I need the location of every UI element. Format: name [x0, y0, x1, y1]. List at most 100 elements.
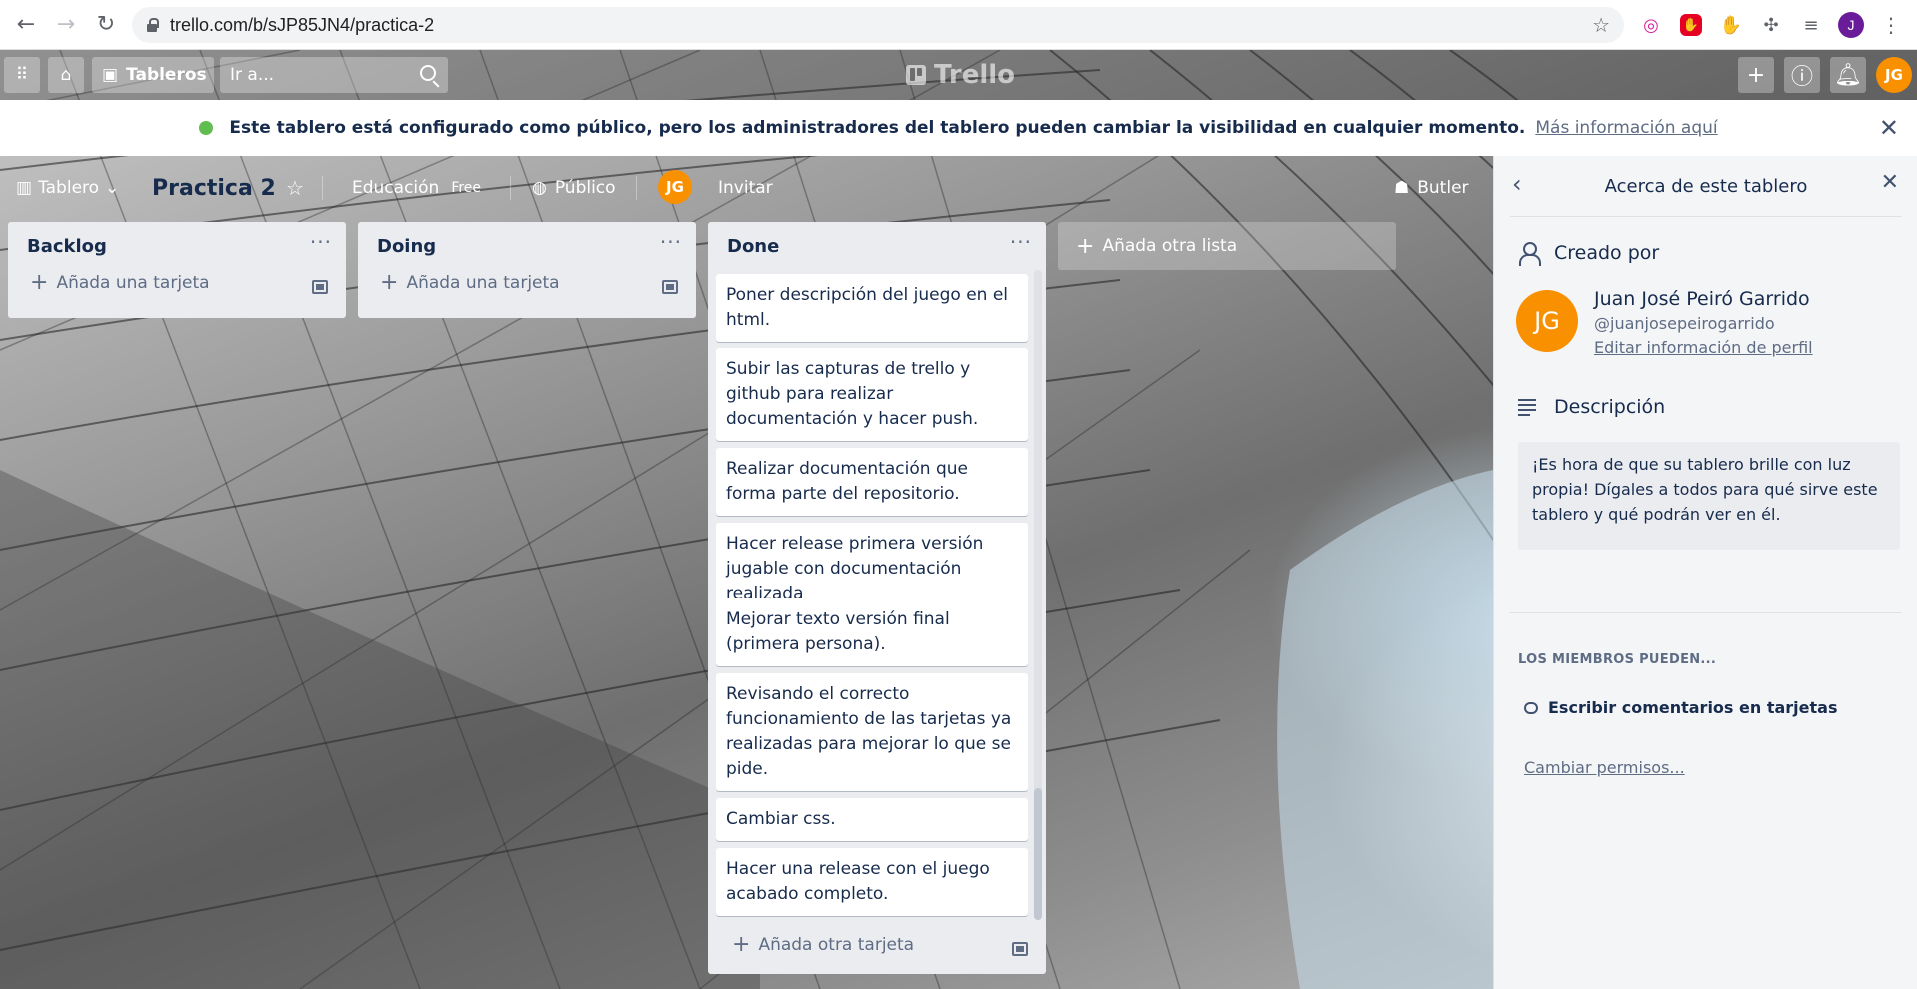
boards-label: Tableros: [126, 65, 207, 85]
header-divider: [322, 176, 323, 200]
list-menu-icon[interactable]: ···: [310, 230, 332, 254]
jump-to-search-input[interactable]: Ir a...: [220, 57, 448, 93]
comment-icon: [1524, 701, 1538, 714]
back-chevron-icon[interactable]: ‹: [1512, 170, 1522, 198]
globe-icon: ◍: [532, 178, 547, 198]
add-card-button[interactable]: + Añada una tarjeta: [30, 272, 210, 294]
notice-message: Este tablero está configurado como públi…: [229, 118, 1526, 138]
list-title[interactable]: Done: [727, 236, 779, 257]
trello-logo[interactable]: Trello: [906, 60, 1015, 90]
browser-nav: ← → ↻: [6, 5, 126, 45]
public-board-notice: Este tablero está configurado como públi…: [0, 100, 1917, 156]
boards-button[interactable]: ▣ Tableros: [92, 57, 214, 93]
list-done: Done ··· Poner descripción del juego en …: [708, 222, 1046, 974]
member-avatar-button[interactable]: JG: [1876, 57, 1912, 93]
sidebar-header: Acerca de este tablero: [1494, 156, 1917, 216]
add-list-label: Añada otra lista: [1102, 236, 1238, 256]
forward-arrow-icon[interactable]: →: [46, 5, 86, 45]
plus-icon: +: [732, 932, 751, 957]
change-permissions-link[interactable]: Cambiar permisos...: [1524, 758, 1685, 777]
butler-button[interactable]: ☗ Butler: [1394, 172, 1469, 204]
card[interactable]: Subir las capturas de trello y github pa…: [716, 348, 1028, 441]
card[interactable]: Realizar documentación que forma parte d…: [716, 448, 1028, 516]
team-name: Educación: [352, 178, 440, 198]
browser-menu-icon[interactable]: ⋮: [1874, 8, 1908, 42]
list-scrollbar-thumb[interactable]: [1034, 788, 1042, 920]
card[interactable]: Cambiar css.: [716, 798, 1028, 841]
url-text: trello.com/b/sJP85JN4/practica-2: [170, 14, 435, 35]
created-by-heading: Creado por: [1518, 242, 1660, 266]
visibility-button[interactable]: ◍ Público: [532, 172, 616, 204]
home-icon[interactable]: ⌂: [48, 57, 84, 93]
extensions-puzzle-icon[interactable]: ✣: [1754, 8, 1788, 42]
card[interactable]: Hacer una release con el juego acabado c…: [716, 848, 1028, 916]
card-template-icon[interactable]: [662, 280, 678, 294]
creator-avatar[interactable]: JG: [1516, 290, 1578, 352]
close-notice-icon[interactable]: ✕: [1879, 114, 1899, 142]
list-doing: Doing ··· + Añada una tarjeta: [358, 222, 696, 318]
sidebar-title: Acerca de este tablero: [1604, 175, 1808, 197]
notice-more-info-link[interactable]: Más información aquí: [1535, 118, 1717, 138]
board-menu-button[interactable]: ▥ Tablero ⌄: [16, 172, 119, 204]
person-icon: [1518, 242, 1541, 266]
create-plus-icon[interactable]: +: [1738, 57, 1774, 93]
add-card-button[interactable]: + Añada otra tarjeta: [732, 934, 914, 956]
hand-extension-icon[interactable]: ✋: [1714, 8, 1748, 42]
add-card-label: Añada una tarjeta: [406, 273, 560, 293]
description-label: Descripción: [1554, 396, 1666, 418]
sidebar-divider: [1510, 216, 1902, 217]
board-title[interactable]: Practica 2: [152, 172, 276, 204]
browser-profile-button[interactable]: J: [1834, 8, 1868, 42]
card-template-icon[interactable]: [1012, 942, 1028, 956]
board-about-sidebar: Acerca de este tablero ‹ ✕ Creado por JG…: [1493, 156, 1917, 989]
list-menu-icon[interactable]: ···: [660, 230, 682, 254]
board-menu-label: Tablero: [38, 178, 100, 198]
info-icon[interactable]: ⓘ: [1784, 57, 1820, 93]
bookmark-star-icon[interactable]: ☆: [1592, 13, 1610, 37]
created-by-label: Creado por: [1554, 242, 1660, 264]
add-card-button[interactable]: + Añada una tarjeta: [380, 272, 560, 294]
address-bar[interactable]: trello.com/b/sJP85JN4/practica-2 ☆: [132, 7, 1624, 43]
search-icon: [420, 65, 436, 81]
star-board-icon[interactable]: ☆: [286, 172, 304, 204]
card-template-icon[interactable]: [312, 280, 328, 294]
butler-icon: ☗: [1394, 178, 1410, 198]
permission-item: Escribir comentarios en tarjetas: [1524, 698, 1837, 717]
list-title[interactable]: Backlog: [27, 236, 107, 257]
team-plan-badge: Free: [451, 180, 482, 196]
card[interactable]: Mejorar texto versión final (primera per…: [716, 598, 1028, 666]
search-placeholder: Ir a...: [230, 65, 275, 85]
plus-icon: +: [1076, 233, 1095, 259]
extensions-bar: ◎ ✋ ✋ ✣ ≡ J ⋮: [1634, 8, 1908, 42]
list-menu-icon[interactable]: ···: [1010, 230, 1032, 254]
butler-label: Butler: [1417, 178, 1469, 198]
creator-name: Juan José Peiró Garrido: [1594, 288, 1810, 310]
board-member-avatar[interactable]: JG: [658, 170, 692, 204]
instagram-extension-icon[interactable]: ◎: [1634, 8, 1668, 42]
plus-icon: +: [30, 270, 49, 295]
browser-toolbar: ← → ↻ trello.com/b/sJP85JN4/practica-2 ☆…: [0, 0, 1917, 50]
header-divider: [636, 176, 637, 200]
plus-icon: +: [380, 270, 399, 295]
invite-button[interactable]: Invitar: [718, 172, 773, 204]
card[interactable]: Revisando el correcto funcionamiento de …: [716, 673, 1028, 791]
reload-icon[interactable]: ↻: [86, 5, 126, 45]
close-sidebar-icon[interactable]: ✕: [1881, 170, 1899, 195]
description-heading: Descripción: [1518, 396, 1665, 418]
add-list-button[interactable]: + Añada otra lista: [1058, 222, 1396, 270]
card[interactable]: Poner descripción del juego en el html.: [716, 274, 1028, 342]
reading-list-icon[interactable]: ≡: [1794, 8, 1828, 42]
description-textbox[interactable]: ¡Es hora de que su tablero brille con lu…: [1518, 442, 1900, 550]
list-title[interactable]: Doing: [377, 236, 436, 257]
team-button[interactable]: Educación Free: [352, 172, 481, 204]
members-can-heading: Los miembros pueden...: [1518, 652, 1717, 667]
add-card-label: Añada una tarjeta: [56, 273, 210, 293]
trello-logo-icon: [906, 65, 926, 85]
notifications-bell-icon[interactable]: 🔔︎: [1830, 57, 1866, 93]
apps-grid-icon[interactable]: ⠿: [4, 57, 40, 93]
back-arrow-icon[interactable]: ←: [6, 5, 46, 45]
adblock-extension-icon[interactable]: ✋: [1674, 8, 1708, 42]
header-divider: [510, 176, 511, 200]
board-chart-icon: ▥: [16, 178, 33, 198]
edit-profile-link[interactable]: Editar información de perfil: [1594, 338, 1813, 357]
